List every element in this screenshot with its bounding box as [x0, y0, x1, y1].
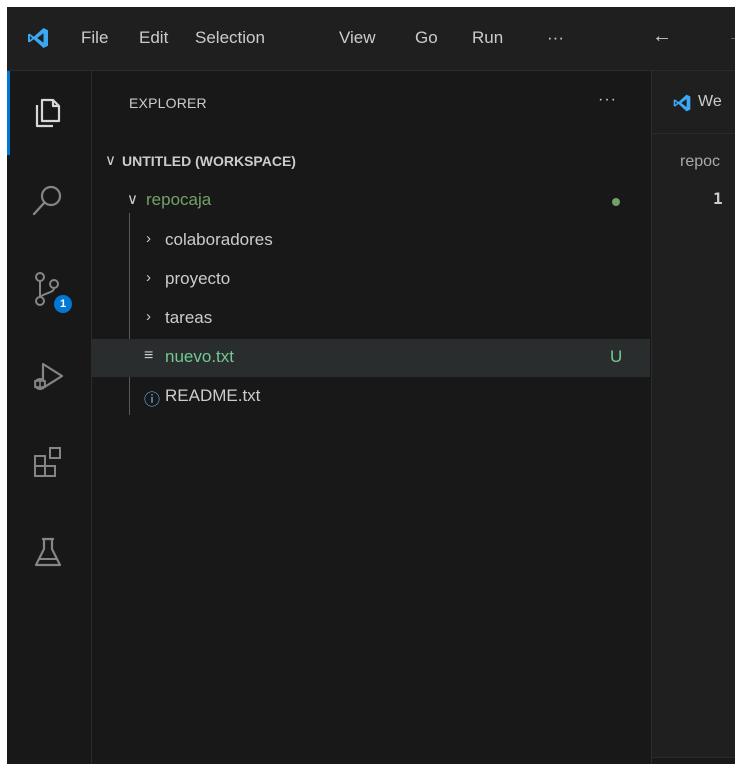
editor-bottom-panel: [652, 757, 735, 764]
workspace-label: UNTITLED (WORKSPACE): [122, 153, 296, 169]
tree-item-tareas[interactable]: › tareas: [92, 300, 650, 338]
tree-item-label: proyecto: [165, 269, 231, 288]
menu-file[interactable]: File: [81, 28, 108, 48]
tree-item-colaboradores[interactable]: › colaboradores: [92, 222, 650, 260]
tab-label: We: [698, 93, 722, 110]
vscode-window: File Edit Selection View Go Run ··· ← → …: [7, 7, 735, 764]
run-debug-icon[interactable]: [28, 356, 68, 396]
chevron-right-icon: ›: [146, 308, 151, 325]
vscode-logo-icon: [673, 94, 691, 112]
menu-edit[interactable]: Edit: [139, 28, 168, 48]
menu-selection[interactable]: Selection: [195, 28, 265, 48]
source-control-badge: 1: [54, 295, 72, 313]
info-icon: ⓘ: [144, 392, 161, 409]
files-icon[interactable]: [28, 91, 68, 131]
forward-arrow-icon[interactable]: →: [727, 25, 735, 48]
tree-item-label: nuevo.txt: [165, 347, 234, 366]
vscode-logo-icon: [28, 28, 48, 48]
back-arrow-icon[interactable]: ←: [652, 25, 672, 48]
explorer-more-actions[interactable]: ···: [598, 91, 617, 109]
tree-item-label: repocaja: [146, 190, 212, 209]
active-view-indicator: [7, 71, 10, 155]
editor-area: We repoc 1: [651, 71, 735, 764]
tree-item-label: README.txt: [165, 386, 261, 405]
menu-go[interactable]: Go: [415, 28, 438, 48]
menu-more[interactable]: ···: [547, 28, 564, 48]
menu-view[interactable]: View: [339, 28, 376, 48]
chevron-right-icon: ›: [146, 230, 151, 247]
text-file-icon: ≡: [144, 347, 154, 364]
chevron-right-icon: ›: [146, 269, 151, 286]
title-bar: File Edit Selection View Go Run ··· ← →: [7, 7, 735, 71]
explorer-title: EXPLORER: [129, 95, 207, 111]
chevron-down-icon: ∨: [127, 191, 138, 208]
chevron-down-icon: ∨: [105, 152, 116, 169]
tree-item-proyecto[interactable]: › proyecto: [92, 261, 650, 299]
workspace-header[interactable]: ∨ UNTITLED (WORKSPACE): [92, 143, 650, 181]
explorer-sidebar: EXPLORER ··· ∨ UNTITLED (WORKSPACE) ∨ re…: [92, 71, 650, 764]
extensions-icon[interactable]: [28, 441, 68, 481]
menu-run[interactable]: Run: [472, 28, 503, 48]
tree-item-repocaja[interactable]: ∨ repocaja: [92, 182, 650, 220]
search-icon[interactable]: [28, 181, 68, 221]
untracked-status-badge: U: [610, 347, 623, 366]
tree-item-nuevo-txt[interactable]: ≡ nuevo.txt U: [92, 339, 650, 377]
modified-dot-icon: [612, 198, 620, 206]
tree-item-label: tareas: [165, 308, 213, 327]
line-number: 1: [713, 189, 723, 208]
breadcrumb[interactable]: repoc: [680, 153, 720, 171]
editor-tab[interactable]: We: [652, 71, 735, 134]
tree-item-readme-txt[interactable]: ⓘ README.txt: [92, 378, 650, 416]
activity-bar: 1: [7, 71, 92, 764]
tree-item-label: colaboradores: [165, 230, 273, 249]
testing-flask-icon[interactable]: [28, 531, 68, 571]
